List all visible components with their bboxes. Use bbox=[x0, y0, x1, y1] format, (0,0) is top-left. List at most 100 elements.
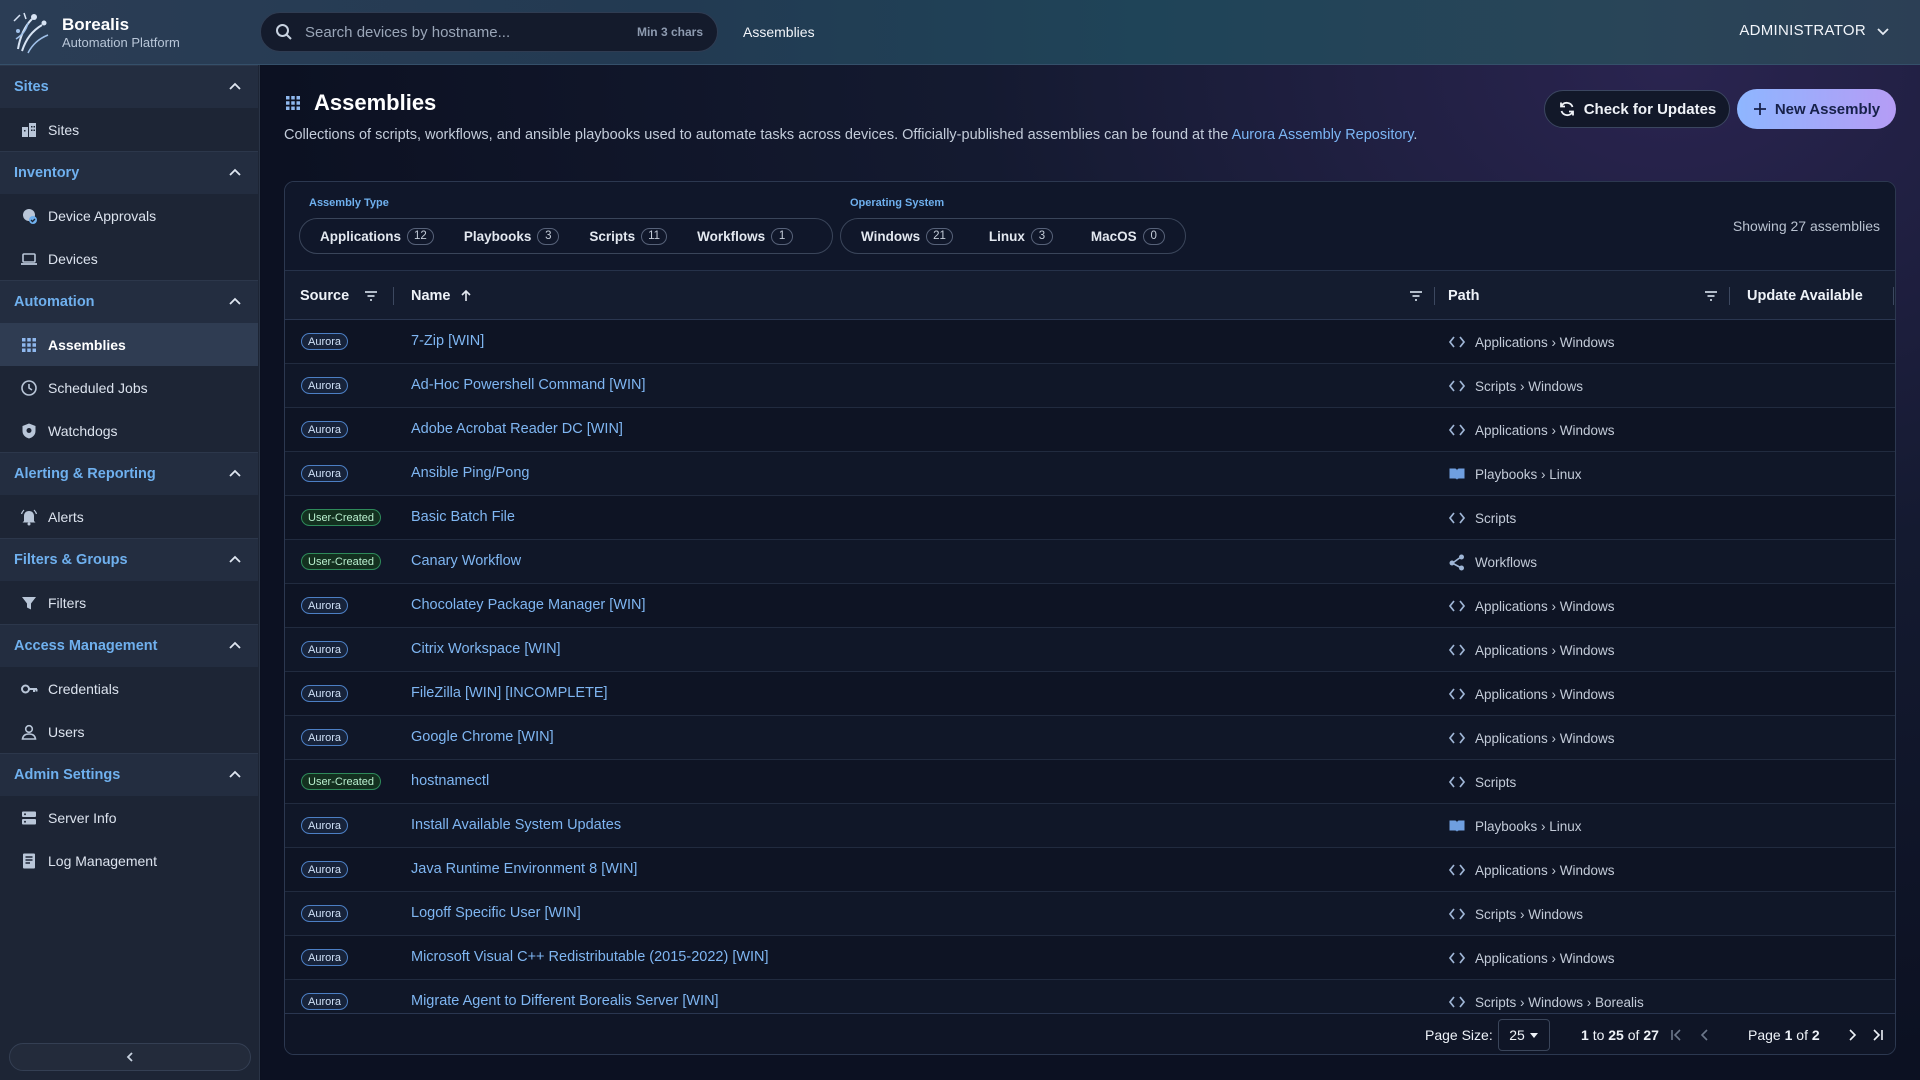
sidebar-group-admin-settings[interactable]: Admin Settings bbox=[0, 753, 258, 796]
sidebar-item-users[interactable]: Users bbox=[0, 710, 258, 753]
table-row[interactable]: Aurora Citrix Workspace [WIN] Applications… bbox=[285, 628, 1895, 672]
column-divider[interactable] bbox=[1434, 287, 1435, 305]
table-row[interactable]: Aurora Logoff Specific User [WIN] Scripts … bbox=[285, 892, 1895, 936]
new-assembly-button[interactable]: New Assembly bbox=[1737, 89, 1896, 129]
last-page-icon[interactable] bbox=[1869, 1026, 1887, 1044]
sidebar-group-alerting-reporting[interactable]: Alerting & Reporting bbox=[0, 452, 258, 495]
assembly-name-link[interactable]: Adobe Acrobat Reader DC [WIN] bbox=[411, 421, 623, 437]
chip-applications[interactable]: Applications 12 bbox=[320, 227, 434, 245]
assembly-name-link[interactable]: Google Chrome [WIN] bbox=[411, 729, 554, 745]
table-row[interactable]: Aurora Ansible Ping/Pong Playbooks › Linux bbox=[285, 452, 1895, 496]
path-text: Applications › Windows bbox=[1475, 950, 1615, 966]
caret-down-icon bbox=[1529, 1033, 1538, 1038]
page-indicator: Page 1 of 2 bbox=[1748, 1027, 1820, 1043]
chip-workflows[interactable]: Workflows 1 bbox=[697, 227, 794, 245]
assembly-name-link[interactable]: Canary Workflow bbox=[411, 553, 521, 569]
sidebar-item-log-management[interactable]: Log Management bbox=[0, 839, 258, 882]
assembly-name-link[interactable]: Ad-Hoc Powershell Command [WIN] bbox=[411, 377, 646, 393]
sidebar-item-assemblies[interactable]: Assemblies bbox=[0, 323, 258, 366]
sidebar: Sites Sites Inventory Device Approvals D… bbox=[0, 65, 260, 1080]
brand[interactable]: Borealis Automation Platform bbox=[10, 8, 180, 58]
assembly-name-link[interactable]: Chocolatey Package Manager [WIN] bbox=[411, 597, 646, 613]
assembly-name-link[interactable]: Install Available System Updates bbox=[411, 817, 621, 833]
sidebar-item-watchdogs[interactable]: Watchdogs bbox=[0, 409, 258, 452]
sidebar-item-devices[interactable]: Devices bbox=[0, 237, 258, 280]
column-header-source[interactable]: Source bbox=[300, 271, 349, 321]
collapse-sidebar-button[interactable] bbox=[9, 1043, 251, 1071]
previous-page-icon[interactable] bbox=[1696, 1026, 1714, 1044]
next-page-icon[interactable] bbox=[1843, 1026, 1861, 1044]
sidebar-group-inventory[interactable]: Inventory bbox=[0, 151, 258, 194]
column-header-path[interactable]: Path bbox=[1448, 271, 1479, 321]
table-row[interactable]: User-Created hostnamectl Scripts bbox=[285, 760, 1895, 804]
chip-label: Workflows bbox=[697, 228, 766, 244]
table-row[interactable]: Aurora Adobe Acrobat Reader DC [WIN] Appli… bbox=[285, 408, 1895, 452]
assembly-name-link[interactable]: 7-Zip [WIN] bbox=[411, 333, 484, 349]
table-row[interactable]: User-Created Canary Workflow Workflows bbox=[285, 540, 1895, 584]
column-label: Update Available bbox=[1747, 288, 1863, 304]
sidebar-group-access-management[interactable]: Access Management bbox=[0, 624, 258, 667]
assembly-path: Applications › Windows bbox=[1448, 641, 1615, 659]
page-size-select[interactable]: 25 bbox=[1498, 1019, 1550, 1051]
group-title: Automation bbox=[14, 294, 95, 310]
chip-linux[interactable]: Linux 3 bbox=[989, 227, 1053, 245]
path-text: Applications › Windows bbox=[1475, 642, 1615, 658]
assembly-name-link[interactable]: Ansible Ping/Pong bbox=[411, 465, 530, 481]
chip-playbooks[interactable]: Playbooks 3 bbox=[464, 227, 560, 245]
sidebar-item-sites[interactable]: Sites bbox=[0, 108, 258, 151]
sidebar-group-filters-groups[interactable]: Filters & Groups bbox=[0, 538, 258, 581]
assembly-name-link[interactable]: Migrate Agent to Different Borealis Serv… bbox=[411, 993, 719, 1009]
check-for-updates-button[interactable]: Check for Updates bbox=[1544, 90, 1730, 128]
table-row[interactable]: Aurora Java Runtime Environment 8 [WIN] Ap… bbox=[285, 848, 1895, 892]
search-input[interactable] bbox=[305, 23, 637, 41]
assembly-name-link[interactable]: Citrix Workspace [WIN] bbox=[411, 641, 561, 657]
assembly-name-link[interactable]: Basic Batch File bbox=[411, 509, 515, 525]
table-row[interactable]: Aurora Chocolatey Package Manager [WIN] Ap… bbox=[285, 584, 1895, 628]
breadcrumb[interactable]: Assemblies bbox=[743, 24, 815, 40]
sidebar-group-automation[interactable]: Automation bbox=[0, 280, 258, 323]
table-row[interactable]: Aurora FileZilla [WIN] [INCOMPLETE] Applic… bbox=[285, 672, 1895, 716]
column-filter-icon[interactable] bbox=[1703, 288, 1719, 304]
table-row[interactable]: Aurora Google Chrome [WIN] Applications › … bbox=[285, 716, 1895, 760]
table-header: Source Name Path Update Available bbox=[285, 270, 1895, 320]
assembly-name-link[interactable]: FileZilla [WIN] [INCOMPLETE] bbox=[411, 685, 608, 701]
assembly-name-link[interactable]: hostnamectl bbox=[411, 773, 489, 789]
table-row[interactable]: User-Created Basic Batch File Scripts bbox=[285, 496, 1895, 540]
user-menu[interactable]: ADMINISTRATOR bbox=[1739, 22, 1890, 39]
device-search[interactable]: Min 3 chars bbox=[260, 12, 718, 52]
sort-ascending-icon bbox=[460, 289, 471, 301]
sidebar-item-credentials[interactable]: Credentials bbox=[0, 667, 258, 710]
sidebar-group-sites[interactable]: Sites bbox=[0, 65, 258, 108]
first-page-icon[interactable] bbox=[1667, 1026, 1685, 1044]
sidebar-item-device-approvals[interactable]: Device Approvals bbox=[0, 194, 258, 237]
filter-bar: Assembly Type Applications 12 Playbooks 3 … bbox=[285, 182, 1895, 270]
source-badge: User-Created bbox=[301, 509, 382, 526]
table-row[interactable]: Aurora Microsoft Visual C++ Redistributab… bbox=[285, 936, 1895, 980]
plus-icon bbox=[1753, 103, 1766, 115]
assembly-name-link[interactable]: Logoff Specific User [WIN] bbox=[411, 905, 581, 921]
assembly-name-link[interactable]: Java Runtime Environment 8 [WIN] bbox=[411, 861, 637, 877]
column-divider[interactable] bbox=[1893, 287, 1894, 305]
column-header-update-available[interactable]: Update Available bbox=[1747, 271, 1863, 321]
column-header-name[interactable]: Name bbox=[411, 271, 473, 321]
sidebar-item-server-info[interactable]: Server Info bbox=[0, 796, 258, 839]
column-divider[interactable] bbox=[393, 287, 394, 305]
table-row[interactable]: Aurora Install Available System Updates Pl… bbox=[285, 804, 1895, 848]
sidebar-item-alerts[interactable]: Alerts bbox=[0, 495, 258, 538]
column-filter-icon[interactable] bbox=[363, 288, 379, 304]
description-text: Collections of scripts, workflows, and a… bbox=[284, 127, 1232, 143]
table-row[interactable]: Aurora Migrate Agent to Different Boreali… bbox=[285, 980, 1895, 1013]
chip-macos[interactable]: MacOS 0 bbox=[1091, 227, 1165, 245]
table-row[interactable]: Aurora Ad-Hoc Powershell Command [WIN] Scr… bbox=[285, 364, 1895, 408]
user-name: ADMINISTRATOR bbox=[1739, 22, 1866, 39]
aurora-repository-link[interactable]: Aurora Assembly Repository bbox=[1232, 127, 1414, 143]
column-filter-icon[interactable] bbox=[1408, 288, 1424, 304]
chip-windows[interactable]: Windows 21 bbox=[861, 227, 953, 245]
sidebar-item-scheduled-jobs[interactable]: Scheduled Jobs bbox=[0, 366, 258, 409]
column-divider[interactable] bbox=[1729, 287, 1730, 305]
assembly-name-link[interactable]: Microsoft Visual C++ Redistributable (20… bbox=[411, 949, 769, 965]
sidebar-item-filters[interactable]: Filters bbox=[0, 581, 258, 624]
chip-scripts[interactable]: Scripts 11 bbox=[589, 227, 668, 245]
table-body: Aurora 7-Zip [WIN] Applications › Windows A… bbox=[285, 320, 1895, 1013]
table-row[interactable]: Aurora 7-Zip [WIN] Applications › Windows bbox=[285, 320, 1895, 364]
